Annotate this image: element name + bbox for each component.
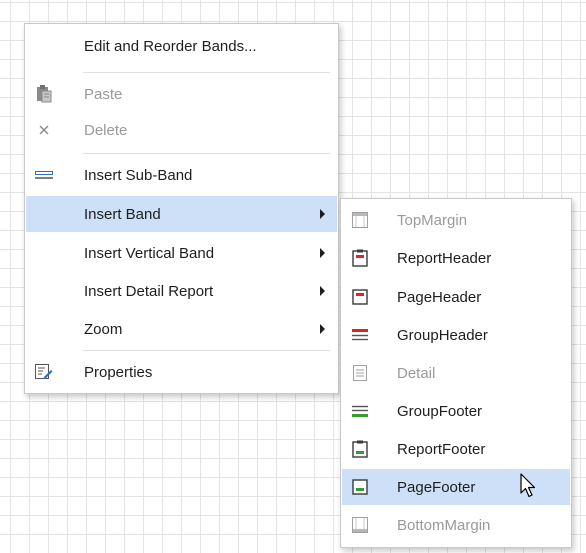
menu-item-label: ReportHeader: [397, 249, 492, 267]
bottom-margin-icon: [350, 515, 370, 535]
mouse-cursor-icon: [520, 473, 540, 499]
menu-item-report-footer[interactable]: ReportFooter: [342, 431, 570, 467]
menu-item-insert-vertical-band[interactable]: Insert Vertical Band: [26, 235, 337, 271]
menu-item-insert-sub-band[interactable]: Insert Sub-Band: [26, 157, 337, 193]
menu-item-label: Properties: [84, 363, 153, 381]
sub-band-icon: [34, 165, 54, 185]
group-header-icon: [350, 325, 370, 345]
menu-item-edit-reorder-bands[interactable]: Edit and Reorder Bands...: [26, 28, 337, 64]
menu-item-paste[interactable]: Paste: [26, 76, 337, 112]
menu-item-label: Detail: [397, 364, 436, 382]
submenu-arrow-icon: [320, 286, 325, 296]
menu-item-label: PageFooter: [397, 478, 476, 496]
menu-item-label: GroupFooter: [397, 402, 483, 420]
page-header-icon: [350, 287, 370, 307]
detail-icon: [350, 363, 370, 383]
properties-icon: [34, 362, 54, 382]
menu-item-label: Paste: [84, 85, 123, 103]
menu-item-label: Delete: [84, 121, 128, 139]
menu-item-insert-band[interactable]: Insert Band: [26, 196, 337, 232]
menu-item-page-header[interactable]: PageHeader: [342, 279, 570, 315]
submenu-arrow-icon: [320, 248, 325, 258]
menu-separator: [83, 153, 330, 154]
top-margin-icon: [350, 210, 370, 230]
menu-item-properties[interactable]: Properties: [26, 354, 337, 390]
menu-item-label: TopMargin: [397, 211, 468, 229]
menu-item-group-footer[interactable]: GroupFooter: [342, 393, 570, 429]
menu-item-label: Insert Detail Report: [84, 282, 214, 300]
menu-item-detail[interactable]: Detail: [342, 355, 570, 391]
menu-separator: [83, 72, 330, 73]
paste-icon: [34, 84, 54, 104]
menu-item-delete[interactable]: Delete: [26, 112, 337, 148]
submenu-arrow-icon: [320, 324, 325, 334]
menu-item-label: GroupHeader: [397, 326, 488, 344]
submenu-arrow-icon: [320, 209, 325, 219]
menu-item-label: BottomMargin: [397, 516, 491, 534]
context-menu: Edit and Reorder Bands... Paste Delete I…: [24, 23, 339, 394]
menu-item-label: Insert Band: [84, 205, 161, 223]
menu-item-group-header[interactable]: GroupHeader: [342, 317, 570, 353]
menu-separator: [83, 350, 330, 351]
menu-item-label: Insert Vertical Band: [84, 244, 215, 262]
menu-item-zoom[interactable]: Zoom: [26, 311, 337, 347]
menu-item-label: Edit and Reorder Bands...: [84, 37, 257, 55]
menu-item-bottom-margin[interactable]: BottomMargin: [342, 507, 570, 543]
menu-item-label: Insert Sub-Band: [84, 166, 193, 184]
menu-item-label: PageHeader: [397, 288, 482, 306]
menu-item-label: Zoom: [84, 320, 123, 338]
report-header-icon: [350, 248, 370, 268]
menu-item-insert-detail-report[interactable]: Insert Detail Report: [26, 273, 337, 309]
menu-item-top-margin[interactable]: TopMargin: [342, 202, 570, 238]
report-footer-icon: [350, 439, 370, 459]
delete-icon: [34, 120, 54, 140]
page-footer-icon: [350, 477, 370, 497]
menu-item-label: ReportFooter: [397, 440, 486, 458]
group-footer-icon: [350, 401, 370, 421]
menu-item-report-header[interactable]: ReportHeader: [342, 240, 570, 276]
